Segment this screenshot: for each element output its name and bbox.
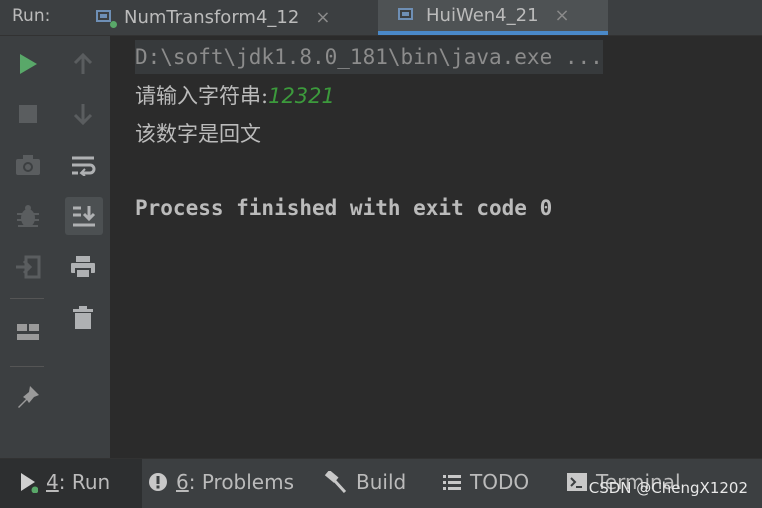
close-icon[interactable]: × (555, 5, 570, 26)
console-actions-toolbar (56, 36, 111, 458)
run-icon[interactable] (10, 46, 46, 82)
tab-label: TODO (470, 469, 530, 494)
run-config-icon (96, 9, 117, 28)
debug-icon[interactable] (10, 198, 46, 234)
scroll-to-end-icon[interactable] (65, 197, 103, 235)
terminal-icon (567, 472, 587, 491)
list-icon (443, 474, 461, 490)
tab-label: : Problems (188, 469, 295, 494)
tab-label: HuiWen4_21 (426, 5, 539, 26)
close-icon[interactable]: × (315, 7, 330, 28)
run-tool-window-header: Run: NumTransform4_12 × HuiWen4_21 × (0, 0, 762, 36)
toolbar-divider (10, 298, 44, 299)
program-output: 该数字是回文 (135, 122, 261, 146)
tab-label: Build (356, 469, 407, 494)
hammer-icon (324, 470, 347, 493)
run-icon (21, 472, 38, 493)
user-input-value: 12321 (268, 84, 335, 108)
trash-icon[interactable] (65, 300, 101, 336)
info-icon (149, 472, 167, 491)
prompt-text: 请输入字符串: (135, 84, 269, 108)
watermark: CSDN @ChengX1202 (588, 479, 748, 497)
tab-build[interactable]: Build (324, 459, 406, 504)
tab-label: NumTransform4_12 (124, 7, 300, 28)
print-icon[interactable] (65, 249, 101, 285)
run-config-icon (398, 7, 416, 24)
down-arrow-icon[interactable] (65, 96, 101, 132)
up-arrow-icon[interactable] (65, 46, 101, 82)
console-output[interactable]: D:\soft\jdk1.8.0_181\bin\java.exe ... 请输… (111, 36, 762, 458)
tab-todo[interactable]: TODO (442, 459, 529, 504)
tab-mnemonic: 4 (46, 469, 59, 494)
run-label: Run: (12, 6, 51, 26)
tab-problems[interactable]: 6: Problems (148, 459, 294, 504)
layout-icon[interactable] (10, 314, 46, 350)
tab-mnemonic: 6 (176, 469, 189, 494)
run-actions-toolbar (0, 36, 57, 458)
pin-icon[interactable] (10, 380, 46, 416)
command-line[interactable]: D:\soft\jdk1.8.0_181\bin\java.exe ... (135, 40, 603, 74)
tab-huiwen[interactable]: HuiWen4_21 × (378, 0, 608, 35)
camera-icon[interactable] (10, 147, 46, 183)
tab-run[interactable]: 4: Run (0, 459, 142, 508)
tab-numtransform[interactable]: NumTransform4_12 × (92, 0, 376, 35)
exit-icon[interactable] (10, 249, 46, 285)
process-finished-message: Process finished with exit code 0 (135, 196, 553, 220)
soft-wrap-icon[interactable] (65, 147, 101, 183)
tab-label: : Run (58, 469, 111, 494)
input-prompt-line: 请输入字符串:12321 (135, 80, 335, 110)
stop-icon[interactable] (10, 96, 46, 132)
toolbar-divider (10, 366, 44, 367)
tool-window-bar: 4: Run 6: Problems Build TODO Terminal C… (0, 458, 762, 508)
